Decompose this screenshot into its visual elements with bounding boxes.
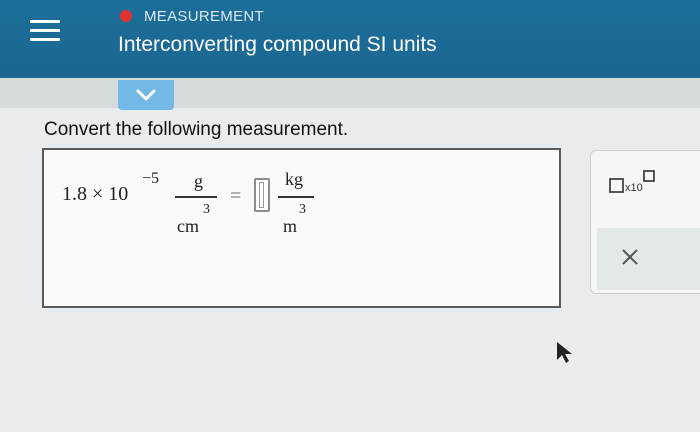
close-icon [622,249,638,265]
chevron-down-icon [136,89,156,101]
right-unit-numerator: kg [285,169,303,189]
answer-input[interactable] [254,178,270,212]
topic-label: MEASUREMENT [144,8,264,25]
question-prompt: Convert the following measurement. [44,119,349,140]
left-unit-denominator: cm [177,216,199,236]
exponent: −5 [142,170,160,187]
times-ten-label: x10 [625,182,643,194]
times-ten-button[interactable]: x10 [604,168,660,198]
equals-sign: = [230,185,242,207]
right-fraction-bar [278,196,314,198]
header-strip [0,78,700,108]
left-unit-denominator-power: 3 [203,202,210,217]
menu-icon[interactable] [30,20,60,46]
clear-button[interactable] [617,244,643,270]
coefficient: 1.8 × 10 [62,183,129,205]
right-unit-denominator: m [283,216,298,236]
topic-status-dot [120,10,132,22]
mouse-cursor [555,340,575,371]
collapse-button[interactable] [118,80,174,110]
right-unit-denominator-power: 3 [299,202,306,217]
cursor-arrow-icon [557,342,572,363]
page-title: Interconverting compound SI units [118,33,437,56]
answer-input-inner [259,182,264,208]
left-fraction-bar [175,196,217,198]
left-unit-numerator: g [194,171,203,191]
clear-area [597,228,700,290]
